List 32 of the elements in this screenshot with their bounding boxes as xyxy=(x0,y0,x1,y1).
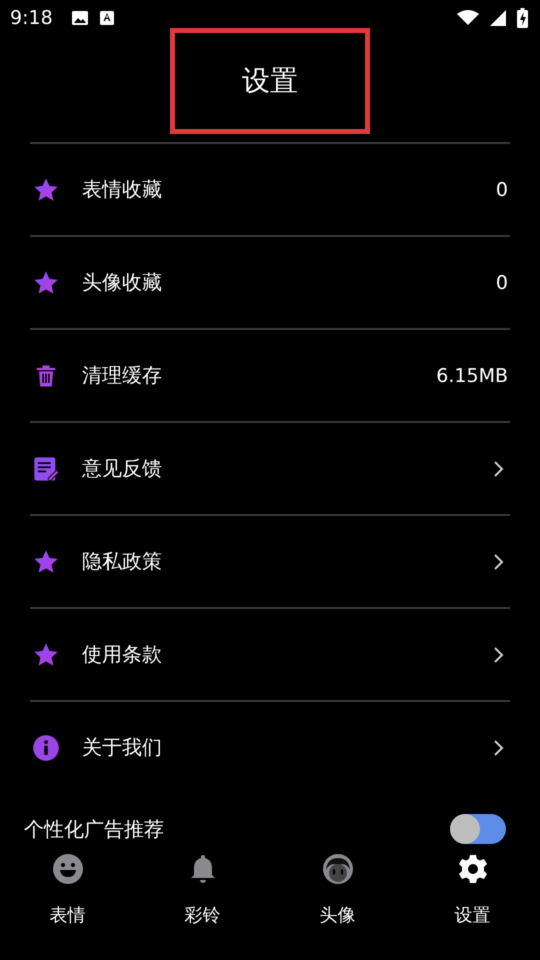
nav-tab[interactable]: 头像 xyxy=(270,851,405,927)
info-icon xyxy=(32,734,60,762)
signal-icon xyxy=(489,9,507,27)
chevron-right-icon xyxy=(492,460,504,478)
item-value: 0 xyxy=(496,178,508,200)
status-time: 9:18 xyxy=(10,7,53,29)
nav-tab[interactable]: 彩铃 xyxy=(135,851,270,927)
chevron-right-icon xyxy=(492,552,504,570)
chevron-right-icon xyxy=(492,646,504,664)
wifi-icon xyxy=(457,10,479,26)
battery-icon xyxy=(517,8,528,28)
settings-item[interactable]: 表情收藏 0 xyxy=(30,144,510,237)
item-value: 0 xyxy=(496,272,508,294)
note-edit-icon xyxy=(32,454,60,482)
ad-toggle-switch[interactable] xyxy=(450,814,506,844)
settings-item[interactable]: 清理缓存 6.15MB xyxy=(30,330,510,423)
nav-tab[interactable]: 设置 xyxy=(405,851,540,927)
settings-item[interactable]: 头像收藏 0 xyxy=(30,237,510,330)
settings-item[interactable]: 关于我们 xyxy=(30,702,510,793)
font-icon xyxy=(98,10,115,26)
cartoon-face-icon xyxy=(322,853,354,885)
chevron-right-icon xyxy=(492,738,504,756)
settings-item[interactable]: 使用条款 xyxy=(30,609,510,702)
image-icon xyxy=(70,9,89,27)
item-value: 6.15MB xyxy=(436,364,508,386)
page-title: 设置 xyxy=(242,63,298,99)
toggle-label: 个性化广告推荐 xyxy=(24,816,164,842)
settings-icon xyxy=(456,853,488,885)
settings-item[interactable]: 意见反馈 xyxy=(30,423,510,516)
smiley-icon xyxy=(52,853,84,885)
nav-tab[interactable]: 表情 xyxy=(0,851,135,927)
settings-item[interactable]: 隐私政策 xyxy=(30,516,510,609)
